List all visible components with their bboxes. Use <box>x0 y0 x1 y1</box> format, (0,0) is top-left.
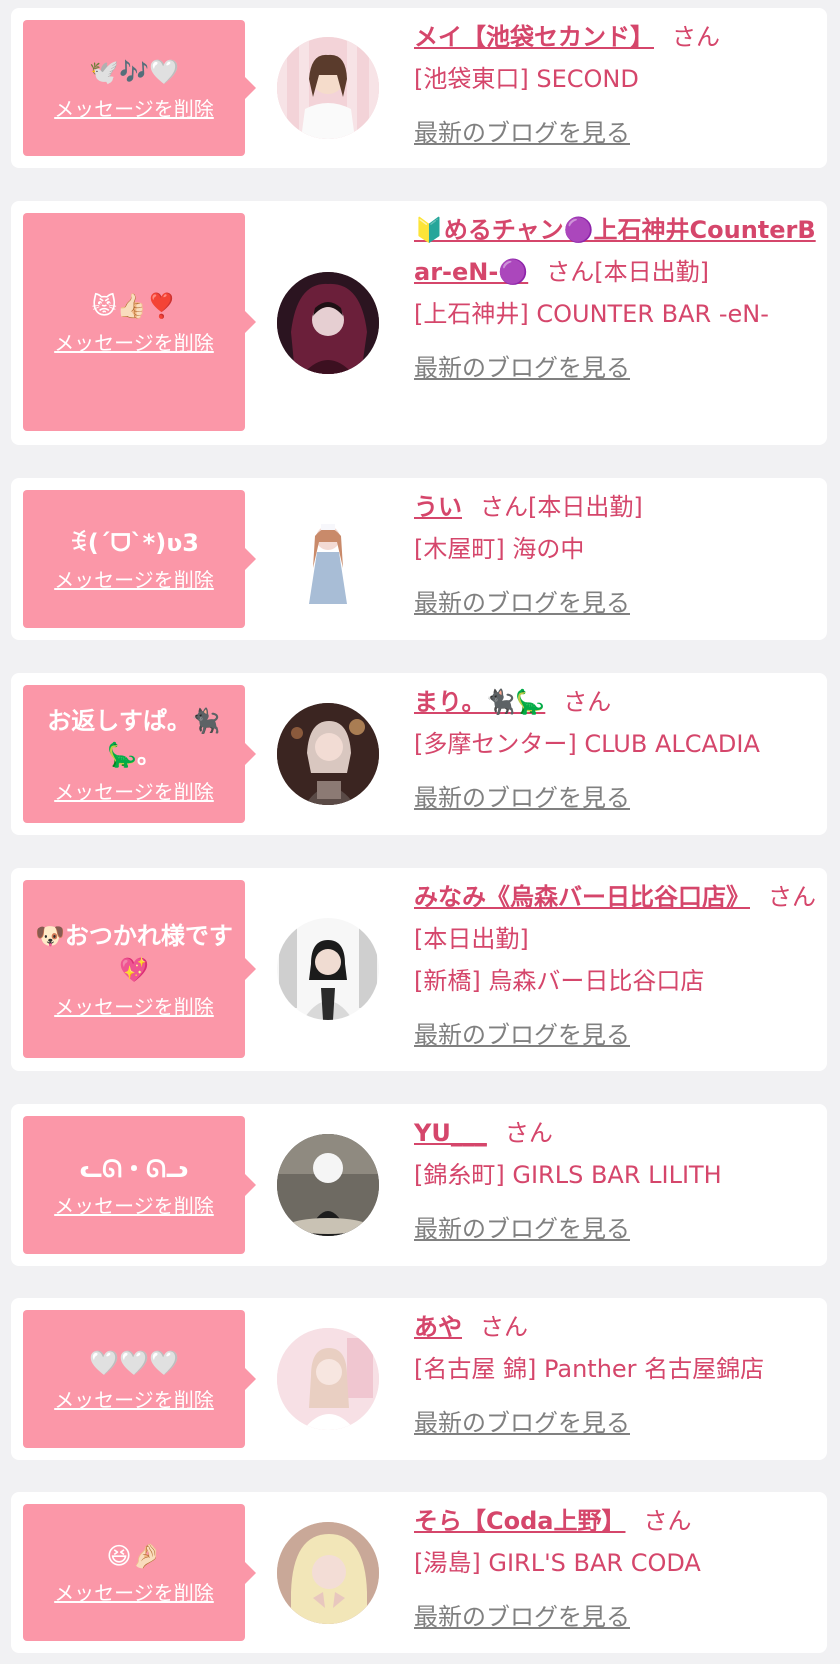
name-suffix: さん <box>643 1507 692 1535</box>
avatar[interactable] <box>277 272 379 374</box>
avatar[interactable] <box>277 1328 379 1430</box>
avatar[interactable] <box>277 508 379 610</box>
name-suffix: さん <box>480 1313 528 1341</box>
message-card: ꉂ(ˊᗜˋ*)ʋ3 メッセージを削除 うい さん[本日出勤] [木屋町] 海の中 … <box>11 478 827 640</box>
shop-name: [錦糸町] GIRLS BAR LILITH <box>414 1161 722 1189</box>
shop-name: [名古屋 錦] Panther 名古屋錦店 <box>414 1355 765 1383</box>
profile-photo-icon <box>277 1328 379 1430</box>
profile-photo-icon <box>277 1522 379 1624</box>
latest-blog-link[interactable]: 最新のブログを見る <box>414 777 824 819</box>
message-bubble: 🕊️🎶🤍 メッセージを削除 <box>23 20 256 156</box>
profile-info: まり。🐈‍⬛🦕 さん [多摩センター] CLUB ALCADIA 最新のブログを見… <box>414 681 824 819</box>
latest-blog-link[interactable]: 最新のブログを見る <box>414 582 824 624</box>
delete-message-link[interactable]: メッセージを削除 <box>54 1190 214 1219</box>
shop-name: [新橋] 烏森バー日比谷口店 <box>414 967 705 995</box>
delete-message-link[interactable]: メッセージを削除 <box>54 93 214 122</box>
profile-name-link[interactable]: メイ【池袋セカンド】 <box>414 23 654 51</box>
latest-blog-link[interactable]: 最新のブログを見る <box>414 1014 824 1056</box>
message-bubble: 😆🤌🏻 メッセージを削除 <box>23 1504 256 1641</box>
message-card: ᓚᘏ・ᘏᓗ メッセージを削除 YU___ さん [錦糸町] GIRLS BAR L… <box>11 1104 827 1266</box>
profile-photo-icon <box>277 918 379 1020</box>
profile-info: みなみ《烏森バー日比谷口店》 さん[本日出勤] [新橋] 烏森バー日比谷口店 最新… <box>414 876 824 1056</box>
profile-photo-icon <box>277 1134 379 1236</box>
profile-photo-icon <box>277 703 379 805</box>
delete-message-link[interactable]: メッセージを削除 <box>54 564 214 593</box>
profile-info: YU___ さん [錦糸町] GIRLS BAR LILITH 最新のブログを見る <box>414 1112 824 1250</box>
name-suffix: さん[本日出勤] <box>546 258 709 286</box>
message-text: 🕊️🎶🤍 <box>89 57 179 86</box>
message-text: 🐶おつかれ様です💖 <box>35 921 233 984</box>
profile-info: 🔰めるチャン🟣上石神井CounterBar-eN-🟣 さん[本日出勤] [上石神井… <box>414 209 824 389</box>
latest-blog-link[interactable]: 最新のブログを見る <box>414 112 824 154</box>
message-card: 🤍🤍🤍 メッセージを削除 あや さん [名古屋 錦] Panther 名古屋錦店 … <box>11 1298 827 1460</box>
profile-name-link[interactable]: まり。🐈‍⬛🦕 <box>414 688 545 716</box>
name-suffix: さん <box>563 688 612 716</box>
profile-info: うい さん[本日出勤] [木屋町] 海の中 最新のブログを見る <box>414 486 824 624</box>
avatar[interactable] <box>277 918 379 1020</box>
message-bubble: ꉂ(ˊᗜˋ*)ʋ3 メッセージを削除 <box>23 490 256 628</box>
message-bubble: 🐶おつかれ様です💖 メッセージを削除 <box>23 880 256 1058</box>
avatar[interactable] <box>277 37 379 139</box>
message-bubble: 🤍🤍🤍 メッセージを削除 <box>23 1310 256 1448</box>
profile-info: メイ【池袋セカンド】 さん [池袋東口] SECOND 最新のブログを見る <box>414 16 824 154</box>
shop-name: [多摩センター] CLUB ALCADIA <box>414 730 760 758</box>
message-bubble: 😾👍🏻❣️ メッセージを削除 <box>23 213 256 431</box>
shop-name: [上石神井] COUNTER BAR -eN- <box>414 300 769 328</box>
profile-name-link[interactable]: うい <box>414 493 462 521</box>
message-text: 😾👍🏻❣️ <box>91 291 177 320</box>
delete-message-link[interactable]: メッセージを削除 <box>54 991 214 1020</box>
message-card: 🐶おつかれ様です💖 メッセージを削除 みなみ《烏森バー日比谷口店》さん[本日出 <box>11 868 827 1071</box>
delete-message-link[interactable]: メッセージを削除 <box>54 1384 214 1413</box>
latest-blog-link[interactable]: 最新のブログを見る <box>414 1208 824 1250</box>
shop-name: [湯島] GIRL'S BAR CODA <box>414 1549 701 1577</box>
profile-name-link[interactable]: そら【Coda上野】 <box>414 1507 625 1535</box>
message-card: 🕊️🎶🤍 メッセージを削除 メイ【池袋セカンド】 さん [池袋東口] SECON… <box>11 8 827 168</box>
latest-blog-link[interactable]: 最新のブログを見る <box>414 347 824 389</box>
message-text: ᓚᘏ・ᘏᓗ <box>79 1154 189 1183</box>
name-suffix: さん <box>504 1119 553 1147</box>
name-suffix: さん <box>672 23 720 51</box>
avatar[interactable] <box>277 1522 379 1624</box>
avatar[interactable] <box>277 703 379 805</box>
shop-name: [木屋町] 海の中 <box>414 535 585 563</box>
latest-blog-link[interactable]: 最新のブログを見る <box>414 1402 824 1444</box>
message-bubble: お返しすぱ。🐈‍⬛🦕。 メッセージを削除 <box>23 685 256 823</box>
name-suffix: さん[本日出勤] <box>480 493 643 521</box>
message-bubble: ᓚᘏ・ᘏᓗ メッセージを削除 <box>23 1116 256 1254</box>
message-card: 😆🤌🏻 メッセージを削除 そら【Coda上野】 さん [湯島] GIRL'S BA… <box>11 1492 827 1653</box>
shop-name: [池袋東口] SECOND <box>414 65 639 93</box>
profile-photo-icon <box>277 37 379 139</box>
profile-info: あや さん [名古屋 錦] Panther 名古屋錦店 最新のブログを見る <box>414 1306 824 1444</box>
profile-name-link[interactable]: あや <box>414 1313 462 1341</box>
profile-photo-icon <box>277 508 379 610</box>
message-text: ꉂ(ˊᗜˋ*)ʋ3 <box>69 528 199 557</box>
delete-message-link[interactable]: メッセージを削除 <box>54 776 214 805</box>
message-text: 🤍🤍🤍 <box>89 1348 179 1377</box>
message-card: お返しすぱ。🐈‍⬛🦕。 メッセージを削除 まり。🐈‍⬛🦕 さん <box>11 673 827 835</box>
profile-info: そら【Coda上野】 さん [湯島] GIRL'S BAR CODA 最新のブログ… <box>414 1500 824 1638</box>
profile-name-link[interactable]: みなみ《烏森バー日比谷口店》 <box>414 883 750 911</box>
delete-message-link[interactable]: メッセージを削除 <box>54 1577 214 1606</box>
profile-name-link[interactable]: YU___ <box>414 1119 487 1147</box>
delete-message-link[interactable]: メッセージを削除 <box>54 327 214 356</box>
avatar[interactable] <box>277 1134 379 1236</box>
profile-photo-icon <box>277 272 379 374</box>
message-card: 😾👍🏻❣️ メッセージを削除 🔰めるチャン🟣上石神井CounterBar-eN-… <box>11 201 827 445</box>
message-text: お返しすぱ。🐈‍⬛🦕。 <box>47 706 221 769</box>
message-text: 😆🤌🏻 <box>106 1542 162 1570</box>
latest-blog-link[interactable]: 最新のブログを見る <box>414 1596 824 1638</box>
